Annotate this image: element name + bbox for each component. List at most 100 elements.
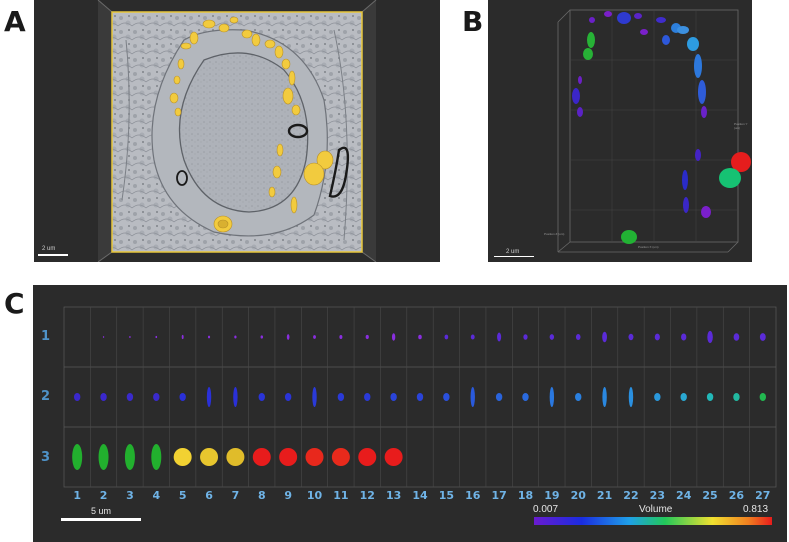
- mito-thumb-r1-c8: [260, 335, 264, 339]
- column-label-9: 9: [284, 489, 292, 502]
- mito-thumb-r2-c1: [73, 393, 81, 401]
- mito-thumb-r1-c15: [444, 334, 449, 340]
- mito-thumb-r3-c4: [151, 444, 162, 470]
- mito-thumb-r1-c6: [207, 335, 211, 339]
- mito-thumb-r2-c11: [337, 393, 345, 401]
- mito-thumb-r1-c13: [391, 333, 396, 341]
- mito-thumb-r1-c3: [129, 335, 131, 339]
- mito-thumb-r2-c22: [628, 387, 634, 407]
- mito-thumb-r3-c11: [331, 448, 350, 466]
- panel-label-a: A: [4, 5, 26, 38]
- mito-thumb-r3-c3: [124, 444, 135, 470]
- mito-thumb-r1-c7: [234, 335, 237, 339]
- mito-thumb-r2-c23: [654, 393, 661, 401]
- mito-thumb-r1-c22: [628, 333, 634, 341]
- column-label-19: 19: [544, 489, 560, 502]
- mito-thumb-r2-c12: [364, 393, 371, 401]
- mito-thumb-r1-c18: [523, 334, 528, 340]
- mito-thumb-r2-c19: [549, 387, 555, 407]
- panel-label-b: B: [462, 5, 484, 38]
- column-label-12: 12: [359, 489, 375, 502]
- mito-thumb-r2-c6: [206, 387, 212, 407]
- column-label-10: 10: [306, 489, 323, 502]
- column-label-13: 13: [385, 489, 402, 502]
- mito-thumb-r1-c17: [497, 332, 502, 342]
- column-label-3: 3: [126, 489, 134, 502]
- mito-thumb-r2-c7: [233, 387, 238, 407]
- column-label-27: 27: [755, 489, 771, 502]
- mito-thumb-r2-c26: [733, 393, 740, 401]
- panel-b-3d-render: Position Y (um) Position X (um) Position…: [488, 0, 752, 262]
- panel-b-axis-y-label: Position Y (um): [734, 122, 748, 130]
- mito-thumb-r2-c15: [443, 393, 450, 401]
- panel-a-render: [97, 0, 377, 262]
- column-label-5: 5: [178, 489, 187, 502]
- mito-thumb-r3-c12: [358, 448, 377, 466]
- mito-thumb-r2-c14: [416, 393, 424, 401]
- panel-c-gallery: 1 2 3 1 2 3 4 5 6 7 8 9 10 11 12 13 14 15 16 17 18 19 20 21 2…: [33, 285, 787, 542]
- colorbar-gradient: [534, 517, 772, 525]
- mito-thumb-r3-c9: [279, 448, 298, 466]
- colorbar-min-label: 0.007: [533, 504, 559, 515]
- column-label-23: 23: [649, 489, 665, 502]
- mito-thumb-r3-c8: [252, 448, 271, 466]
- panel-b-axis-z-label: Position Z (um): [544, 232, 565, 236]
- mito-thumb-r3-c2: [98, 444, 109, 470]
- mito-thumb-r2-c2: [100, 393, 107, 401]
- mito-thumb-r1-c5: [181, 334, 184, 340]
- column-label-11: 11: [333, 489, 349, 502]
- panel-c-scale-bar: [61, 518, 141, 521]
- mito-thumb-r1-c11: [339, 335, 343, 339]
- mito-thumb-r2-c3: [126, 393, 134, 401]
- panel-b-scale-bar: [494, 256, 534, 257]
- mito-thumb-r3-c6: [200, 448, 219, 466]
- column-label-26: 26: [728, 489, 745, 502]
- mito-thumb-r3-c7: [226, 448, 245, 466]
- mito-thumb-r2-c8: [258, 393, 265, 401]
- mito-thumb-r2-c24: [680, 393, 687, 401]
- panel-b-render: [557, 9, 751, 253]
- column-label-1: 1: [73, 489, 81, 502]
- mito-thumb-r2-c21: [602, 387, 607, 407]
- mito-thumb-r1-c27: [759, 333, 766, 341]
- mito-thumb-r1-c19: [549, 334, 555, 340]
- mito-thumb-r2-c10: [312, 387, 317, 407]
- mito-thumb-r1-c4: [155, 335, 158, 339]
- mito-thumb-r2-c20: [575, 393, 582, 401]
- mito-thumb-r1-c12: [365, 334, 369, 340]
- mito-thumb-r3-c5: [173, 448, 192, 466]
- column-label-4: 4: [152, 489, 161, 502]
- mito-thumb-r1-c2: [102, 336, 105, 338]
- mito-thumb-r1-c16: [470, 334, 475, 340]
- row-label-2: 2: [41, 389, 51, 404]
- column-label-17: 17: [491, 489, 507, 502]
- panel-c-grid: [63, 306, 777, 525]
- column-label-21: 21: [596, 489, 613, 502]
- column-label-16: 16: [465, 489, 481, 502]
- mito-thumb-r1-c14: [418, 334, 422, 340]
- row-label-1: 1: [41, 329, 51, 344]
- mito-thumb-r2-c16: [470, 387, 475, 407]
- mito-thumb-r2-c17: [495, 393, 503, 401]
- mito-thumb-r2-c13: [390, 393, 397, 401]
- column-label-18: 18: [517, 489, 534, 502]
- colorbar-max-label: 0.813: [743, 504, 769, 515]
- column-label-7: 7: [231, 489, 240, 502]
- mito-thumb-r2-c18: [522, 393, 529, 401]
- mito-thumb-r1-c9: [286, 334, 290, 340]
- mito-thumb-r2-c9: [284, 393, 292, 401]
- column-label-2: 2: [99, 489, 108, 502]
- panel-c-scale-label: 5 um: [91, 506, 112, 516]
- mito-thumb-r1-c23: [654, 333, 660, 341]
- mito-thumb-r1-c24: [681, 333, 687, 341]
- mito-thumb-r2-c4: [153, 393, 160, 401]
- colorbar-title: Volume: [639, 504, 673, 515]
- mito-thumb-r2-c5: [179, 393, 186, 401]
- mito-thumb-r3-c1: [72, 444, 83, 470]
- mito-thumb-r1-c20: [575, 333, 581, 341]
- mito-thumb-r3-c13: [384, 448, 403, 466]
- mito-thumb-r2-c25: [706, 393, 714, 401]
- column-label-15: 15: [438, 489, 455, 502]
- panel-a-em-image: 2 um: [34, 0, 440, 262]
- column-label-20: 20: [570, 489, 586, 502]
